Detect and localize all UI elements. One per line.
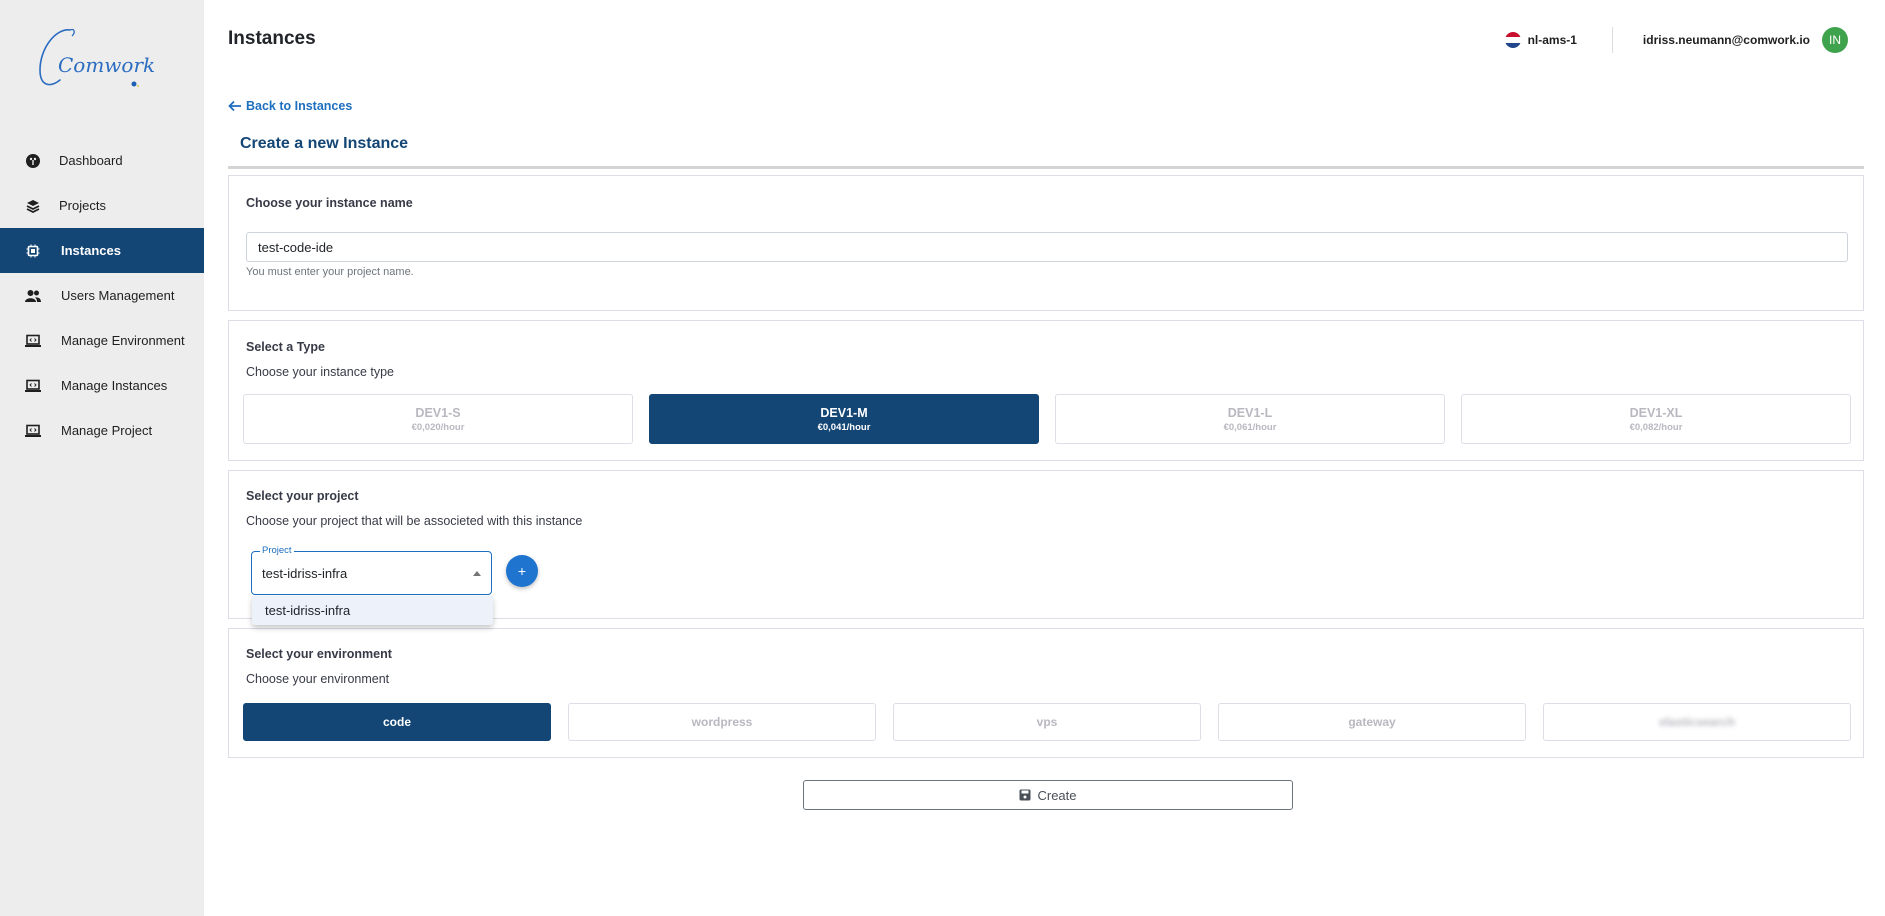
laptop-code-icon — [25, 378, 41, 394]
back-link-label: Back to Instances — [246, 99, 353, 113]
sidebar-item-manage-project[interactable]: Manage Project — [0, 408, 204, 453]
page-title: Instances — [228, 28, 316, 49]
env-name: code — [382, 715, 411, 729]
environment-card: Select your environment Choose your envi… — [228, 628, 1864, 758]
type-name: DEV1-L — [1227, 405, 1273, 420]
sidebar-nav: Dashboard Projects Instances Users Manag… — [0, 138, 204, 453]
sidebar-item-instances[interactable]: Instances — [0, 228, 204, 273]
env-name: gateway — [1348, 715, 1396, 729]
comwork-logo[interactable]: Comwork — [36, 22, 166, 100]
users-icon — [25, 288, 41, 304]
sidebar-item-dashboard[interactable]: Dashboard — [0, 138, 204, 183]
type-price: €0,041/hour — [817, 421, 871, 433]
environment-options: code wordpress vps gateway elasticsearch — [243, 703, 1868, 741]
type-options: DEV1-S €0,020/hour DEV1-M €0,041/hour DE… — [243, 394, 1867, 444]
env-option-code[interactable]: code — [243, 703, 551, 741]
env-option-blurred[interactable]: elasticsearch — [1543, 703, 1851, 741]
add-project-button[interactable]: + — [506, 555, 538, 587]
type-name: DEV1-M — [820, 405, 868, 420]
user-email: idriss.neumann@comwork.io — [1642, 33, 1810, 47]
env-option-vps[interactable]: vps — [893, 703, 1201, 741]
region-selector[interactable]: nl-ams-1 — [1504, 32, 1577, 48]
env-name: vps — [1036, 715, 1058, 729]
instance-name-help: You must enter your project name. — [246, 266, 414, 278]
environment-label: Select your environment — [246, 647, 392, 661]
env-option-wordpress[interactable]: wordpress — [568, 703, 876, 741]
sidebar-item-manage-instances[interactable]: Manage Instances — [0, 363, 204, 408]
type-price: €0,061/hour — [1223, 421, 1277, 433]
project-subtitle: Choose your project that will be associe… — [246, 514, 583, 528]
caret-up-icon — [473, 571, 481, 576]
app-root: Comwork Dashboard Projects Instances Use… — [0, 0, 1885, 916]
laptop-code-icon — [25, 333, 41, 349]
laptop-code-icon — [25, 423, 41, 439]
sidebar-item-label: Projects — [59, 198, 106, 213]
back-to-instances-link[interactable]: Back to Instances — [228, 99, 352, 113]
sidebar-item-label: Manage Instances — [61, 378, 168, 393]
type-option-dev1-l[interactable]: DEV1-L €0,061/hour — [1055, 394, 1445, 444]
sidebar-item-manage-environment[interactable]: Manage Environment — [0, 318, 204, 363]
sidebar: Comwork Dashboard Projects Instances Use… — [0, 0, 204, 916]
chip-icon — [25, 243, 41, 259]
instance-name-input[interactable]: test-code-ide — [246, 232, 1848, 262]
instance-name-value: test-code-ide — [258, 239, 334, 255]
type-option-dev1-s[interactable]: DEV1-S €0,020/hour — [243, 394, 633, 444]
sidebar-item-label: Instances — [61, 243, 121, 258]
project-select[interactable]: Project test-idriss-infra — [251, 545, 492, 595]
project-label: Select your project — [246, 489, 359, 503]
env-name: wordpress — [691, 715, 753, 729]
type-label: Select a Type — [246, 340, 325, 354]
instance-name-card: Choose your instance name test-code-ide … — [228, 175, 1864, 311]
project-select-value: test-idriss-infra — [262, 566, 348, 581]
title-divider — [228, 166, 1864, 169]
sidebar-item-projects[interactable]: Projects — [0, 183, 204, 228]
avatar[interactable]: IN — [1822, 27, 1848, 53]
type-price: €0,020/hour — [411, 421, 465, 433]
create-button[interactable]: Create — [803, 780, 1293, 810]
project-dropdown-option[interactable]: test-idriss-infra — [265, 603, 350, 618]
sidebar-item-users-management[interactable]: Users Management — [0, 273, 204, 318]
type-option-dev1-xl[interactable]: DEV1-XL €0,082/hour — [1461, 394, 1851, 444]
env-option-gateway[interactable]: gateway — [1218, 703, 1526, 741]
arrow-left-icon — [228, 100, 241, 112]
region-label: nl-ams-1 — [1527, 33, 1577, 47]
instance-type-card: Select a Type Choose your instance type … — [228, 320, 1864, 461]
type-name: DEV1-S — [415, 405, 461, 420]
create-label: Create — [1037, 787, 1077, 803]
type-name: DEV1-XL — [1629, 405, 1683, 420]
type-option-dev1-m[interactable]: DEV1-M €0,041/hour — [649, 394, 1039, 444]
sidebar-item-label: Dashboard — [59, 153, 123, 168]
instance-name-label: Choose your instance name — [246, 196, 413, 210]
netherlands-flag-icon — [1504, 32, 1521, 48]
layers-icon — [25, 198, 41, 214]
header-divider — [1611, 27, 1613, 53]
dashboard-icon — [25, 153, 41, 169]
project-dropdown: test-idriss-infra — [252, 596, 493, 625]
header-right: nl-ams-1 idriss.neumann@comwork.io IN — [1504, 22, 1885, 58]
logo-text: Comwork — [58, 53, 155, 77]
sidebar-item-label: Manage Environment — [61, 333, 185, 348]
type-subtitle: Choose your instance type — [246, 365, 395, 379]
type-price: €0,082/hour — [1629, 421, 1683, 433]
environment-subtitle: Choose your environment — [246, 672, 390, 686]
env-name: elasticsearch — [1658, 715, 1736, 729]
sidebar-item-label: Manage Project — [61, 423, 153, 438]
save-icon — [1019, 789, 1031, 801]
section-title: Create a new Instance — [240, 135, 409, 152]
project-select-legend: Project — [260, 545, 294, 556]
sidebar-item-label: Users Management — [61, 288, 175, 303]
